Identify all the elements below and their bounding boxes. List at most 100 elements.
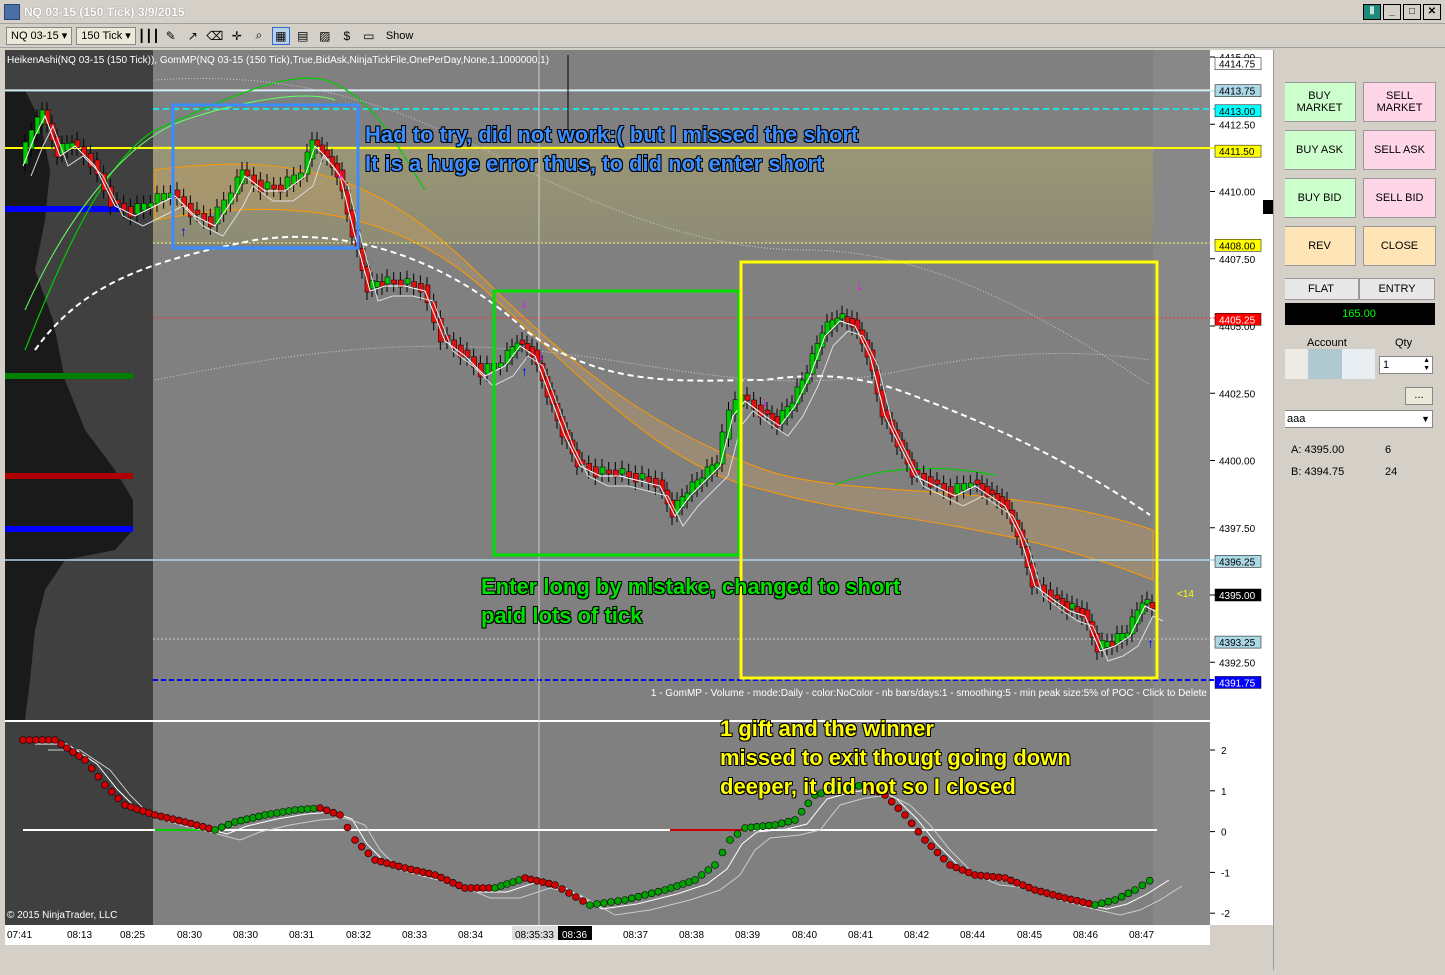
browse-button[interactable]: ... (1405, 387, 1433, 405)
ask-price: A: 4395.00 (1291, 444, 1345, 456)
qty-stepper[interactable]: 1 ▲ ▼ (1379, 356, 1433, 374)
close-position-button[interactable]: CLOSE (1363, 226, 1436, 266)
oscillator-axis-label: 2 (1221, 746, 1227, 757)
position-value: 165.00 (1283, 303, 1435, 325)
time-axis-label: 08:25 (120, 930, 145, 941)
buy-market-button[interactable]: BUY MARKET (1283, 82, 1356, 122)
copyright: © 2015 NinjaTrader, LLC (7, 910, 117, 921)
stepper-arrows-icon[interactable]: ▲ ▼ (1423, 357, 1430, 373)
account-select[interactable] (1275, 349, 1375, 379)
oscillator-axis-label: 1 (1221, 787, 1227, 798)
price-axis-label: 4397.50 (1219, 524, 1256, 535)
window-title: NQ 03-15 (150 Tick) 3/9/2015 (24, 5, 185, 19)
link-icon[interactable]: Ⅱ (1363, 4, 1381, 20)
annotation-green-line2: paid lots of tick (481, 603, 643, 628)
annotation-yellow-line3: deeper, it did not so I closed (720, 774, 1016, 799)
buy-bid-button[interactable]: BUY BID (1283, 178, 1356, 218)
ask-size: 6 (1385, 444, 1392, 456)
price-chart[interactable]: ↑ ↓ ↓ ↓ ↑ ↓ ↓ ↑ HeikenAshi(NQ 03-15 (150… (5, 50, 1275, 945)
show-button[interactable]: Show (382, 30, 418, 42)
price-tag-label: 4396.25 (1219, 557, 1256, 568)
buy-ask-button[interactable]: BUY ASK (1283, 130, 1356, 170)
instrument-value: NQ 03-15 (11, 29, 59, 42)
price-tag-label: 4411.50 (1219, 147, 1255, 158)
price-tag-label: 4414.75 (1219, 60, 1256, 71)
title-bar: NQ 03-15 (150 Tick) 3/9/2015 Ⅱ _ □ ✕ (0, 0, 1445, 24)
bar-type-icon[interactable]: ┃┃┃ (138, 27, 160, 45)
time-axis-label: 08:37 (623, 930, 648, 941)
time-axis-label: 08:36 (562, 930, 587, 941)
data-box-icon[interactable]: ▭ (360, 27, 378, 45)
qty-value: 1 (1383, 359, 1390, 371)
time-axis-label: 08:33 (402, 930, 427, 941)
pencil-icon[interactable]: ✎ (162, 27, 180, 45)
interval-select[interactable]: 150 Tick ▾ (76, 26, 136, 45)
short-arrow-icon: ↓ (337, 165, 344, 181)
price-axis-label: 4392.50 (1219, 658, 1256, 669)
price-tag-label: 4393.25 (1219, 638, 1256, 649)
time-axis-label: 08:40 (792, 930, 817, 941)
indicator-header: HeikenAshi(NQ 03-15 (150 Tick)), GomMP(N… (7, 55, 549, 66)
chart-trader-icon[interactable]: ▨ (316, 27, 334, 45)
zoom-icon[interactable]: ⌕ (250, 27, 268, 45)
short-arrow-icon: ↓ (856, 277, 863, 293)
oscillator-axis-label: 0 (1221, 828, 1227, 839)
time-axis-label: 08:34 (458, 930, 483, 941)
time-axis-label: 08:38 (679, 930, 704, 941)
reverse-button[interactable]: REV (1283, 226, 1356, 266)
time-axis-label: 08:32 (346, 930, 371, 941)
annotation-yellow-line2: missed to exit thougt going down (720, 745, 1071, 770)
time-axis-label: 08:30 (177, 930, 202, 941)
time-axis-label: 08:47 (1129, 930, 1154, 941)
time-axis-label: 08:42 (904, 930, 929, 941)
price-axis-label: 4407.50 (1219, 255, 1256, 266)
sell-market-button[interactable]: SELL MARKET (1363, 82, 1436, 122)
eraser-icon[interactable]: ⌫ (206, 27, 224, 45)
annotation-blue-line2: It is a huge error thus, to did not ente… (365, 151, 824, 176)
indicator-icon[interactable]: ▤ (294, 27, 312, 45)
price-tag-label: 4391.75 (1219, 678, 1256, 689)
time-axis-label: 08:41 (848, 930, 873, 941)
oscillator-axis[interactable] (1210, 722, 1275, 925)
oscillator-axis-label: -1 (1221, 868, 1230, 879)
arrow-draw-icon[interactable]: ↗ (184, 27, 202, 45)
price-tag-label: 4413.75 (1219, 87, 1256, 98)
price-tag-label: 4405.25 (1219, 315, 1256, 326)
price-axis-label: 4400.00 (1219, 457, 1256, 468)
short-arrow-icon: ↓ (521, 295, 528, 311)
qty-label: Qty (1395, 337, 1413, 349)
maximize-icon[interactable]: □ (1403, 4, 1421, 20)
short-arrow-icon: ↓ (538, 347, 545, 363)
chart-app-icon (4, 4, 20, 20)
annotation-blue: Had to try, did not work:( but I missed … (365, 120, 858, 178)
minimize-icon[interactable]: _ (1383, 4, 1401, 20)
crosshair-icon[interactable]: ✛ (228, 27, 246, 45)
time-axis-label: 08:39 (735, 930, 760, 941)
instrument-select[interactable]: NQ 03-15 ▾ (6, 26, 73, 45)
gom-footer[interactable]: 1 - GomMP - Volume - mode:Daily - color:… (651, 688, 1208, 699)
bars-icon[interactable]: ▦ (271, 26, 290, 45)
bid-price: B: 4394.75 (1291, 466, 1345, 478)
close-icon[interactable]: ✕ (1423, 4, 1441, 20)
sell-ask-button[interactable]: SELL ASK (1363, 130, 1436, 170)
price-axis-label: 4410.00 (1219, 188, 1256, 199)
sell-bid-button[interactable]: SELL BID (1363, 178, 1436, 218)
bid-size: 24 (1385, 466, 1398, 478)
panel-toggle-icon[interactable] (1263, 200, 1273, 214)
position-entry-label: ENTRY (1359, 278, 1435, 300)
time-axis-label: 08:46 (1073, 930, 1098, 941)
time-axis-label: 08:13 (67, 930, 92, 941)
oscillator-axis-label: -2 (1221, 909, 1230, 920)
properties-icon[interactable]: $ (338, 27, 356, 45)
annotation-yellow-line1: 1 gift and the winner (720, 716, 934, 741)
price-axis-label: 4412.50 (1219, 120, 1256, 131)
time-axis-label: 08:35:33 (515, 930, 554, 941)
annotation-green: Enter long by mistake, changed to short … (481, 572, 900, 630)
strategy-select[interactable]: aaa ▼ (1283, 410, 1433, 428)
interval-value: 150 Tick (81, 29, 123, 42)
price-tag-label: 4408.00 (1219, 241, 1256, 252)
price-tag-label: 4413.00 (1219, 107, 1256, 118)
position-flat-label: FLAT (1283, 278, 1359, 300)
annotation-yellow: 1 gift and the winner missed to exit tho… (720, 714, 1071, 801)
chart-trader-panel: BUY MARKET SELL MARKET BUY ASK SELL ASK … (1263, 50, 1445, 970)
